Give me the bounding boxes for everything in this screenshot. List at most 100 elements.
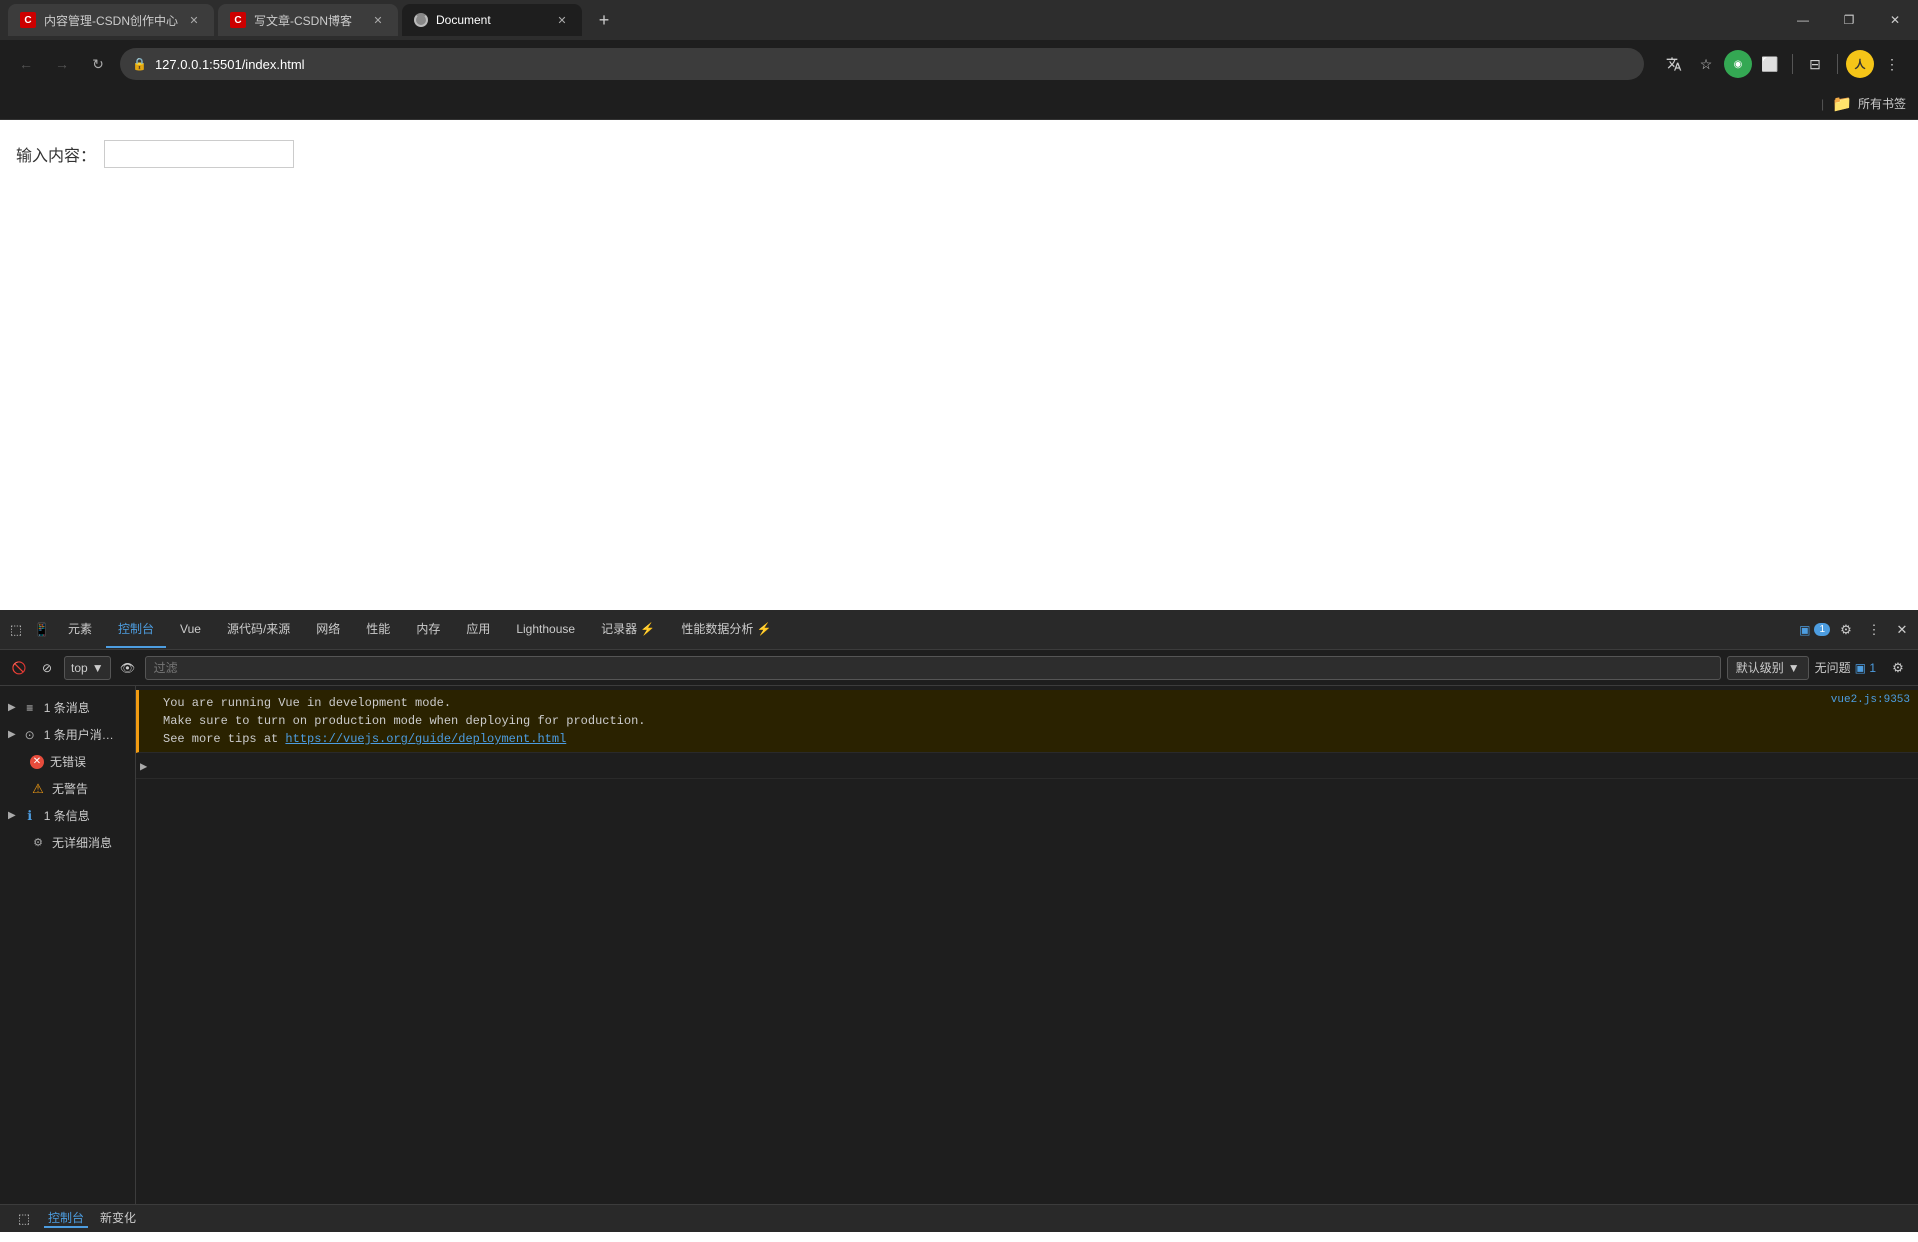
expand-arrow-icon[interactable]: ▶ [140,759,156,774]
devtools-main: ▶ ≡ 1 条消息 ▶ ⊙ 1 条用户消… ✕ 无错误 ⚠ 无警告 [0,686,1918,1204]
devtools-tab-application[interactable]: 应用 [454,612,502,648]
toolbar-icons: ☆ ◉ ⬜ ⊟ 人 ⋮ [1660,50,1906,78]
tab-close-1[interactable]: ✕ [186,12,202,28]
address-text: 127.0.0.1:5501/index.html [155,57,1632,72]
sidebar-label-errors: 无错误 [50,753,86,770]
devtools-tab-console[interactable]: 控制台 [106,612,166,648]
info-icon: ℹ [22,808,38,824]
forward-button[interactable]: → [48,50,76,78]
browser-tab-2[interactable]: C 写文章-CSDN博客 ✕ [218,4,398,36]
tab-title-2: 写文章-CSDN博客 [254,12,362,29]
tab-favicon-3 [414,13,428,27]
user-icon: ⊙ [22,727,38,743]
devtools-sidebar: ▶ ≡ 1 条消息 ▶ ⊙ 1 条用户消… ✕ 无错误 ⚠ 无警告 [0,686,136,1204]
reload-button[interactable]: ↻ [84,50,112,78]
menu-icon[interactable]: ⋮ [1878,50,1906,78]
tab-close-2[interactable]: ✕ [370,12,386,28]
devtools-settings-icon[interactable]: ⚙ [1834,618,1858,642]
sidebar-item-messages[interactable]: ▶ ≡ 1 条消息 [0,694,135,721]
minimize-button[interactable]: — [1780,0,1826,40]
window-controls: — ❐ ✕ [1780,0,1918,40]
extension-2-icon[interactable]: ⬜ [1756,50,1784,78]
level-select[interactable]: 默认级别 ▼ [1727,656,1809,680]
bookmarks-bar: | 📁 所有书签 [0,88,1918,120]
verbose-icon: ⚙ [30,835,46,851]
tab-favicon-1: C [20,12,36,28]
maximize-button[interactable]: ❐ [1826,0,1872,40]
issues-count[interactable]: ▣ 1 [1855,661,1876,675]
devtools-inspect-icon[interactable]: ⬚ [4,618,28,642]
back-button[interactable]: ← [12,50,40,78]
bottom-tab-console[interactable]: 控制台 [44,1209,88,1228]
translate-icon[interactable] [1660,50,1688,78]
devtools-tab-sources[interactable]: 源代码/来源 [215,612,302,648]
bottom-inspect-icon[interactable]: ⬚ [12,1207,36,1231]
level-chevron-icon: ▼ [1788,661,1800,675]
devtools-tab-memory[interactable]: 内存 [404,612,452,648]
devtools-tab-network[interactable]: 网络 [304,612,352,648]
no-issues-area: 无问题 ▣ 1 [1815,659,1876,676]
address-input-wrap[interactable]: 🔒 127.0.0.1:5501/index.html [120,48,1644,80]
sidebar-item-user-messages[interactable]: ▶ ⊙ 1 条用户消… [0,721,135,748]
toolbar-divider [1792,54,1793,74]
devtools-device-icon[interactable]: 📱 [30,618,54,642]
tab-close-3[interactable]: ✕ [554,12,570,28]
console-line-3: See more tips at [163,732,285,746]
sidebar-item-warnings[interactable]: ⚠ 无警告 [0,775,135,802]
eye-icon[interactable]: 👁 [117,657,139,679]
devtools-tab-performance[interactable]: 性能 [354,612,402,648]
devtools-tab-elements[interactable]: 元素 [56,612,104,648]
filter-input[interactable] [145,656,1721,680]
error-icon: ✕ [30,755,44,769]
browser-tab-1[interactable]: C 内容管理-CSDN创作中心 ✕ [8,4,214,36]
sidebar-item-errors[interactable]: ✕ 无错误 [0,748,135,775]
context-value: top [71,661,88,675]
devtools-tab-perf-insights[interactable]: 性能数据分析 ⚡ [669,612,783,648]
devtools-tab-vue[interactable]: Vue [168,612,213,648]
devtools-more-icon[interactable]: ⋮ [1862,618,1886,642]
devtools-console[interactable]: You are running Vue in development mode.… [136,686,1918,1204]
devtools-bar2: 🚫 ⊘ top ▼ 👁 默认级别 ▼ 无问题 ▣ 1 ⚙ [0,650,1918,686]
address-bar: ← → ↻ 🔒 127.0.0.1:5501/index.html ☆ ◉ ⬜ … [0,40,1918,88]
tab-bar-left: C 内容管理-CSDN创作中心 ✕ C 写文章-CSDN博客 ✕ Documen… [8,4,618,36]
clear-console-icon[interactable]: 🚫 [8,657,30,679]
split-view-icon[interactable]: ⊟ [1801,50,1829,78]
expand-icon-info: ▶ [8,810,16,821]
console-link-1[interactable]: https://vuejs.org/guide/deployment.html [285,732,566,746]
bookmarks-label: 所有书签 [1858,95,1906,112]
devtools-tab-recorder[interactable]: 记录器 ⚡ [589,612,667,648]
devtools-close-icon[interactable]: ✕ [1890,618,1914,642]
console-message-1: You are running Vue in development mode.… [136,690,1918,753]
extension-1-icon[interactable]: ◉ [1724,50,1752,78]
close-button[interactable]: ✕ [1872,0,1918,40]
tab-bar: C 内容管理-CSDN创作中心 ✕ C 写文章-CSDN博客 ✕ Documen… [0,0,1918,40]
issues-badge: 1 [1814,623,1830,636]
sidebar-item-info[interactable]: ▶ ℹ 1 条信息 [0,802,135,829]
console-line-2: Make sure to turn on production mode whe… [163,714,645,728]
context-select[interactable]: top ▼ [64,656,111,680]
expand-icon-user: ▶ [8,729,16,740]
sidebar-label-verbose: 无详细消息 [52,834,112,851]
console-file-ref-1[interactable]: vue2.js:9353 [1831,694,1910,706]
devtools-topbar: ⬚ 📱 元素 控制台 Vue 源代码/来源 网络 性能 内存 应用 Lighth… [0,610,1918,650]
level-value: 默认级别 [1736,659,1784,676]
bookmark-icon[interactable]: ☆ [1692,50,1720,78]
page-input-field[interactable] [104,140,294,168]
issues-icon: ▣ [1799,623,1810,637]
sidebar-label-messages: 1 条消息 [44,699,90,716]
console-settings-icon[interactable]: ⚙ [1886,656,1910,680]
sidebar-item-verbose[interactable]: ⚙ 无详细消息 [0,829,135,856]
no-issues-label: 无问题 [1815,659,1851,676]
devtools-tab-lighthouse[interactable]: Lighthouse [504,612,587,648]
profile-icon[interactable]: 人 [1846,50,1874,78]
warning-icon: ⚠ [30,781,46,797]
issues-button[interactable]: ▣ 1 [1799,623,1830,637]
sidebar-label-warnings: 无警告 [52,780,88,797]
lock-icon: 🔒 [132,57,147,71]
bottom-tab-new-changes[interactable]: 新变化 [96,1209,140,1228]
browser-tab-3[interactable]: Document ✕ [402,4,582,36]
filter-icon[interactable]: ⊘ [36,657,58,679]
new-tab-button[interactable]: + [590,6,618,34]
toolbar-divider-2 [1837,54,1838,74]
page-content: 输入内容： [0,120,1918,610]
